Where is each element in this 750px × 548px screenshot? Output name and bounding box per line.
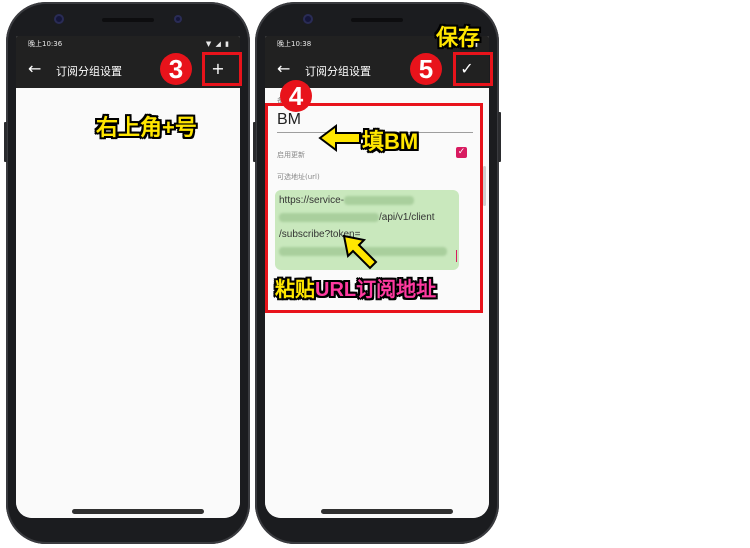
step4-badge: 4	[280, 80, 312, 112]
scrollbar[interactable]	[483, 166, 486, 206]
power-button	[498, 112, 501, 162]
empty-content	[16, 88, 240, 518]
home-indicator[interactable]	[321, 509, 453, 514]
status-icons: ▼ ◢ ▮	[205, 40, 230, 48]
left-screen: 晚上10:36 ▼ ◢ ▮ ← 订阅分组设置 +	[16, 36, 240, 518]
back-arrow-icon[interactable]: ←	[28, 59, 41, 79]
arrow-to-url-icon	[342, 234, 378, 270]
arrow-to-remark-icon	[318, 124, 361, 152]
volume-button	[253, 122, 256, 162]
home-indicator[interactable]	[72, 509, 204, 514]
step3-badge: 3	[160, 53, 192, 85]
earpiece	[351, 18, 403, 22]
back-arrow-icon[interactable]: ←	[277, 59, 290, 79]
paste-url-callout: 粘贴URL订阅地址	[275, 273, 436, 302]
front-camera	[303, 14, 313, 24]
status-time: 晚上10:36	[28, 40, 63, 48]
volume-button	[4, 122, 7, 162]
status-time: 晚上10:38	[277, 40, 312, 48]
sensor	[174, 15, 182, 23]
step3-highlight-box	[202, 52, 242, 86]
step5-highlight-box	[453, 52, 493, 86]
step4-callout: 填BM	[362, 129, 419, 154]
page-title: 订阅分组设置	[56, 65, 122, 78]
step5-callout: 保存	[436, 25, 481, 50]
front-camera	[54, 14, 64, 24]
paste-text: 粘贴	[275, 279, 315, 301]
status-bar: 晚上10:36 ▼ ◢ ▮	[16, 36, 240, 52]
earpiece	[102, 18, 154, 22]
page-title: 订阅分组设置	[305, 65, 371, 78]
step5-badge: 5	[410, 53, 442, 85]
step3-callout: 右上角+号	[96, 115, 197, 140]
url-subscribe-text: URL订阅地址	[315, 279, 437, 301]
